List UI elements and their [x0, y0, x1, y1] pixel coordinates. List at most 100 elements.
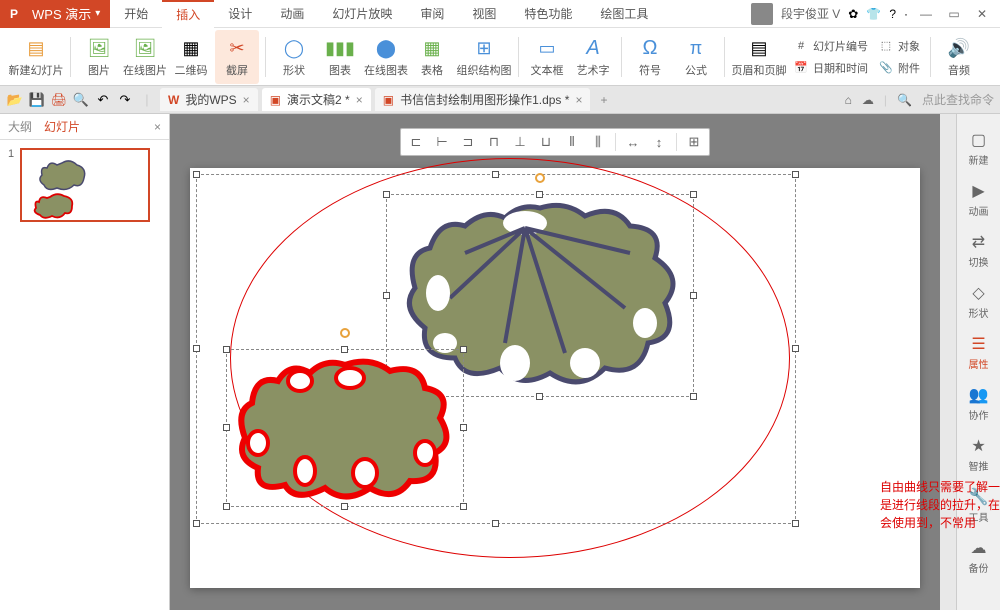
online-chart-button[interactable]: ⬤在线图表: [364, 30, 408, 84]
slide-number-button[interactable]: #幻灯片编号: [789, 36, 872, 56]
resize-handle[interactable]: [223, 503, 230, 510]
resize-handle[interactable]: [460, 346, 467, 353]
resize-handle[interactable]: [223, 424, 230, 431]
rp-new[interactable]: ▢新建: [969, 130, 989, 167]
align-top-icon[interactable]: ⊓: [485, 133, 503, 151]
undo-icon[interactable]: ↶: [94, 91, 112, 109]
open-icon[interactable]: 📂: [6, 91, 24, 109]
user-name[interactable]: 段宇俊亚 V: [781, 5, 840, 22]
resize-handle[interactable]: [792, 171, 799, 178]
outline-tab[interactable]: 大纲: [8, 118, 32, 135]
org-chart-button[interactable]: ⊞组织结构图: [456, 30, 512, 84]
picture-button[interactable]: 🖼图片: [77, 30, 121, 84]
attachment-button[interactable]: 📎附件: [874, 58, 924, 78]
rotate-handle[interactable]: [535, 173, 545, 183]
rp-recommend[interactable]: ★智推: [969, 436, 989, 473]
doctab-presentation[interactable]: ▣演示文稿2 *×: [262, 88, 371, 111]
tab-animation[interactable]: 动画: [266, 0, 318, 28]
preview-icon[interactable]: 🔍: [72, 91, 90, 109]
textbox-button[interactable]: ▭文本框: [525, 30, 569, 84]
shapes-button[interactable]: ◯形状: [272, 30, 316, 84]
doctab-mywps[interactable]: W我的WPS×: [160, 88, 258, 111]
close-icon[interactable]: ×: [575, 93, 582, 107]
wordart-button[interactable]: A艺术字: [571, 30, 615, 84]
rp-collab[interactable]: 👥协作: [969, 385, 989, 422]
rp-prop[interactable]: ☰属性: [969, 334, 989, 371]
table-button[interactable]: ▦表格: [410, 30, 454, 84]
rp-anim[interactable]: ▶动画: [969, 181, 989, 218]
align-center-h-icon[interactable]: ⊢: [433, 133, 451, 151]
slides-tab[interactable]: 幻灯片: [44, 118, 80, 135]
rp-switch[interactable]: ⇄切换: [969, 232, 989, 269]
resize-handle[interactable]: [460, 503, 467, 510]
resize-handle[interactable]: [690, 393, 697, 400]
panel-close-button[interactable]: ×: [154, 120, 161, 134]
vertical-scrollbar[interactable]: [940, 114, 956, 610]
resize-handle[interactable]: [460, 424, 467, 431]
qr-button[interactable]: ▦二维码: [169, 30, 213, 84]
symbol-button[interactable]: Ω符号: [628, 30, 672, 84]
close-button[interactable]: ✕: [972, 4, 992, 24]
resize-handle[interactable]: [536, 191, 543, 198]
tab-start[interactable]: 开始: [110, 0, 162, 28]
close-icon[interactable]: ×: [356, 93, 363, 107]
align-middle-v-icon[interactable]: ⊥: [511, 133, 529, 151]
tab-design[interactable]: 设计: [214, 0, 266, 28]
object-button[interactable]: ⬚对象: [874, 36, 924, 56]
resize-handle[interactable]: [341, 346, 348, 353]
print-icon[interactable]: 🖨: [50, 91, 68, 109]
slide-canvas[interactable]: 自由曲线只需要了解一下就可以，它就 是进行线段的拉升，在画比较密的线中 会使用到…: [190, 168, 920, 588]
shape-leaf-small[interactable]: [230, 353, 460, 503]
new-tab-button[interactable]: +: [594, 93, 613, 107]
align-left-icon[interactable]: ⊏: [407, 133, 425, 151]
distribute-h-icon[interactable]: ⫴: [563, 133, 581, 151]
tab-slideshow[interactable]: 幻灯片放映: [318, 0, 406, 28]
resize-handle[interactable]: [193, 520, 200, 527]
redo-icon[interactable]: ↷: [116, 91, 134, 109]
rp-backup[interactable]: ☁备份: [969, 538, 989, 575]
restore-button[interactable]: ▭: [944, 4, 964, 24]
formula-button[interactable]: π公式: [674, 30, 718, 84]
thumbnail-preview[interactable]: [20, 148, 150, 222]
cloud-icon[interactable]: ☁: [862, 93, 874, 107]
tab-drawing-tools[interactable]: 绘图工具: [586, 0, 662, 28]
align-bottom-icon[interactable]: ⊔: [537, 133, 555, 151]
resize-handle[interactable]: [690, 191, 697, 198]
slide-thumbnail[interactable]: 1: [8, 148, 161, 222]
resize-handle[interactable]: [383, 191, 390, 198]
rp-shape[interactable]: ◇形状: [969, 283, 989, 320]
home-icon[interactable]: ⌂: [845, 93, 852, 107]
resize-handle[interactable]: [223, 346, 230, 353]
resize-handle[interactable]: [193, 171, 200, 178]
align-right-icon[interactable]: ⊐: [459, 133, 477, 151]
search-command-input[interactable]: 点此查找命令: [922, 91, 994, 108]
close-icon[interactable]: ×: [243, 93, 250, 107]
screenshot-button[interactable]: ✂截屏: [215, 30, 259, 84]
resize-handle[interactable]: [193, 345, 200, 352]
shape-selection[interactable]: [226, 349, 464, 507]
minimize-button[interactable]: —: [916, 4, 936, 24]
audio-button[interactable]: 🔊音频: [937, 30, 981, 84]
new-slide-button[interactable]: ▤新建幻灯片: [8, 30, 64, 84]
tshirt-icon[interactable]: 👕: [866, 7, 881, 21]
online-picture-button[interactable]: 🖼在线图片: [123, 30, 167, 84]
resize-handle[interactable]: [383, 292, 390, 299]
resize-handle[interactable]: [690, 292, 697, 299]
doctab-file2[interactable]: ▣书信信封绘制用图形操作1.dps *×: [375, 88, 591, 111]
chart-button[interactable]: ▮▮▮图表: [318, 30, 362, 84]
canvas-area[interactable]: ⊏ ⊢ ⊐ ⊓ ⊥ ⊔ ⫴ ⫼ ↔ ↕ ⊞: [170, 114, 940, 610]
avatar[interactable]: [751, 3, 773, 25]
save-icon[interactable]: 💾: [28, 91, 46, 109]
rotate-handle[interactable]: [340, 328, 350, 338]
resize-handle[interactable]: [792, 345, 799, 352]
app-name-dropdown[interactable]: WPS 演示▾: [28, 0, 110, 28]
tab-insert[interactable]: 插入: [162, 0, 214, 28]
distribute-v-icon[interactable]: ⫼: [589, 133, 607, 151]
same-height-icon[interactable]: ↕: [650, 133, 668, 151]
group-icon[interactable]: ⊞: [685, 133, 703, 151]
resize-handle[interactable]: [341, 503, 348, 510]
same-width-icon[interactable]: ↔: [624, 133, 642, 151]
header-footer-button[interactable]: ▤页眉和页脚: [731, 30, 787, 84]
help-icon[interactable]: ?: [889, 7, 896, 21]
skin-icon[interactable]: ✿: [848, 7, 858, 21]
